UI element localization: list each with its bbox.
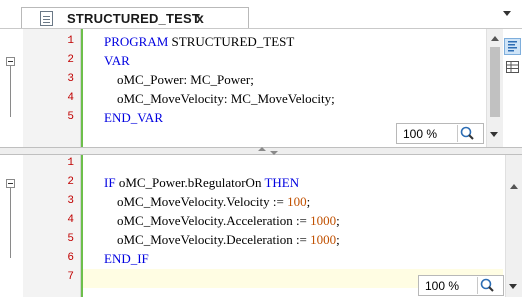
code-line[interactable]: 1 PROGRAM STRUCTURED_TEST [0,33,522,52]
zoom-dropdown-icon[interactable] [490,132,498,137]
tab-structured-test[interactable]: STRUCTURED_TEST x [21,7,249,29]
code-text: IF oMC_Power.bRegulatorOn THEN [104,175,299,191]
scroll-up-icon[interactable] [491,36,499,41]
code-text: VAR [104,53,130,69]
zoom-dropdown-icon[interactable] [509,284,517,289]
code-token: oMC_MoveVelocity.Deceleration := [104,232,311,247]
declaration-editor[interactable]: 1 PROGRAM STRUCTURED_TEST 2 VAR 3 oMC_Power:… [0,29,522,147]
code-token: oMC_Power: MC_Power; [104,72,254,87]
code-text: oMC_MoveVelocity: MC_MoveVelocity; [104,91,335,107]
code-token: oMC_MoveVelocity.Acceleration := [104,213,311,228]
line-number: 5 [67,233,74,245]
zoom-control[interactable]: 100 % [396,123,484,144]
line-number: 7 [67,271,74,283]
line-number: 1 [67,157,74,169]
line-number: 2 [67,54,74,66]
keyword-token: IF [104,175,116,190]
code-line[interactable]: 3 oMC_Power: MC_Power; [0,71,522,90]
keyword-token: END_IF [104,251,149,266]
code-token: ; [336,232,340,247]
fold-guide [10,66,11,117]
editor-tabbar: STRUCTURED_TEST x [0,0,522,29]
code-text: END_IF [104,251,149,267]
keyword-token: END_VAR [104,110,163,125]
fold-guide [10,188,11,258]
code-text: END_VAR [104,110,163,126]
implementation-vertical-scrollbar[interactable] [505,155,522,297]
line-number: 3 [67,73,74,85]
collapse-up-icon[interactable] [258,147,266,151]
code-line[interactable]: 4 oMC_MoveVelocity: MC_MoveVelocity; [0,90,522,109]
close-icon[interactable]: x [196,10,204,26]
line-number: 4 [67,214,74,226]
keyword-token: VAR [104,53,130,68]
code-line[interactable]: 2 IF oMC_Power.bRegulatorOn THEN [0,174,522,193]
tab-title: STRUCTURED_TEST [67,11,201,26]
number-token: 1000 [310,232,337,247]
code-line[interactable]: 3 oMC_MoveVelocity.Velocity := 100; [0,193,522,212]
code-line[interactable]: 2 VAR [0,52,522,71]
collapse-icon[interactable] [6,57,15,66]
number-token: 1000 [310,213,337,228]
code-text: oMC_MoveVelocity.Deceleration := 1000; [104,232,340,248]
scroll-up-icon[interactable] [510,184,518,189]
collapse-icon[interactable] [6,179,15,188]
implementation-editor[interactable]: 1 2 IF oMC_Power.bRegulatorOn THEN 3 oMC_Mo… [0,155,522,297]
code-line[interactable]: 4 oMC_MoveVelocity.Acceleration := 1000; [0,212,522,231]
code-line[interactable]: 6 END_IF [0,250,522,269]
zoom-value: 100 % [403,127,438,141]
zoom-magnifier-button[interactable] [477,277,497,294]
line-number: 3 [67,195,74,207]
code-token: STRUCTURED_TEST [168,34,295,49]
code-text: oMC_MoveVelocity.Acceleration := 1000; [104,213,340,229]
code-text: oMC_MoveVelocity.Velocity := 100; [104,194,310,210]
line-number: 6 [67,252,74,264]
code-token: ; [306,194,311,209]
editor-view-toolbar [503,29,522,147]
tabular-view-button[interactable] [504,59,521,76]
keyword-token: PROGRAM [104,34,169,49]
declaration-vertical-scrollbar[interactable] [486,29,503,147]
text-view-icon [508,41,517,52]
pane-splitter[interactable] [0,147,522,155]
scrollbar-thumb[interactable] [490,47,500,117]
code-token: oMC_Power.bRegulatorOn [115,175,265,190]
line-number: 2 [67,176,74,188]
line-number: 5 [67,111,74,123]
table-view-icon [506,61,519,73]
number-token: 100 [287,194,307,209]
line-number: 1 [67,35,74,47]
document-icon [40,11,53,26]
keyword-token: THEN [264,175,300,190]
zoom-icon [460,126,474,140]
tab-list-dropdown-icon[interactable] [503,11,511,16]
code-text: oMC_Power: MC_Power; [104,72,254,88]
code-line[interactable]: 1 [0,155,522,174]
code-text: PROGRAM STRUCTURED_TEST [104,34,294,50]
zoom-value: 100 % [425,279,460,293]
code-line[interactable]: 5 oMC_MoveVelocity.Deceleration := 1000; [0,231,522,250]
zoom-icon [480,278,494,292]
zoom-control[interactable]: 100 % [418,275,504,296]
code-token: ; [336,213,340,228]
code-token: oMC_MoveVelocity.Velocity := [104,194,288,209]
zoom-magnifier-button[interactable] [457,125,477,142]
code-token: oMC_MoveVelocity: MC_MoveVelocity; [104,91,335,106]
textual-view-button[interactable] [504,38,521,55]
line-number: 4 [67,92,74,104]
